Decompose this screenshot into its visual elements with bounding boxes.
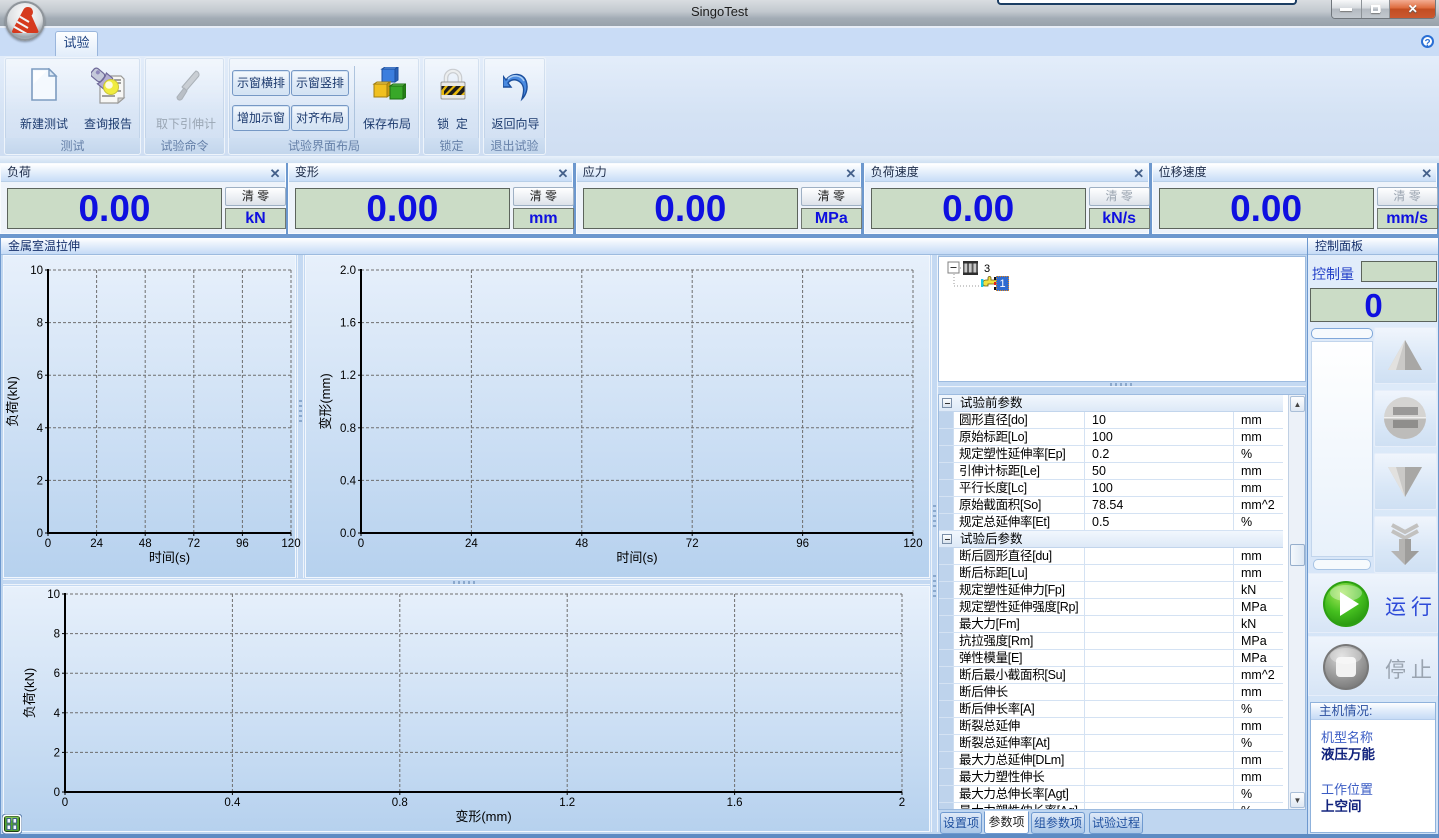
svg-text:24: 24 xyxy=(90,538,103,550)
svg-text:2: 2 xyxy=(37,475,43,487)
svg-text:1.2: 1.2 xyxy=(559,797,575,809)
svg-text:10: 10 xyxy=(47,589,60,601)
svg-text:负荷(kN): 负荷(kN) xyxy=(22,668,37,719)
svg-text:0.8: 0.8 xyxy=(340,423,356,435)
svg-text:0.4: 0.4 xyxy=(224,797,241,809)
svg-text:0: 0 xyxy=(45,538,51,550)
svg-text:120: 120 xyxy=(903,538,922,550)
svg-text:0.0: 0.0 xyxy=(340,528,356,540)
svg-text:10: 10 xyxy=(30,265,43,277)
svg-text:120: 120 xyxy=(281,538,300,550)
svg-text:0: 0 xyxy=(54,787,60,799)
svg-text:48: 48 xyxy=(575,538,588,550)
svg-text:1.6: 1.6 xyxy=(340,318,356,330)
svg-text:时间(s): 时间(s) xyxy=(616,550,657,565)
svg-text:0: 0 xyxy=(358,538,364,550)
svg-text:4: 4 xyxy=(37,423,44,435)
svg-text:负荷(kN): 负荷(kN) xyxy=(5,376,20,427)
svg-text:0.8: 0.8 xyxy=(392,797,408,809)
svg-text:2: 2 xyxy=(899,797,905,809)
svg-text:8: 8 xyxy=(54,629,60,641)
svg-text:1.6: 1.6 xyxy=(727,797,743,809)
svg-text:3: 3 xyxy=(984,263,990,275)
svg-text:时间(s): 时间(s) xyxy=(149,550,190,565)
svg-text:72: 72 xyxy=(187,538,200,550)
svg-text:2.0: 2.0 xyxy=(340,265,356,277)
svg-text:96: 96 xyxy=(796,538,809,550)
svg-text:6: 6 xyxy=(37,370,43,382)
svg-text:0: 0 xyxy=(37,528,43,540)
svg-text:4: 4 xyxy=(54,708,61,720)
svg-text:变形(mm): 变形(mm) xyxy=(318,373,333,429)
svg-text:48: 48 xyxy=(139,538,152,550)
svg-text:6: 6 xyxy=(54,668,60,680)
svg-text:72: 72 xyxy=(686,538,699,550)
svg-text:96: 96 xyxy=(236,538,249,550)
svg-text:1.2: 1.2 xyxy=(340,370,356,382)
svg-text:2: 2 xyxy=(54,747,60,759)
svg-text:24: 24 xyxy=(465,538,478,550)
svg-text:0.4: 0.4 xyxy=(340,475,357,487)
svg-text:变形(mm): 变形(mm) xyxy=(455,809,511,824)
svg-text:0: 0 xyxy=(62,797,68,809)
svg-text:8: 8 xyxy=(37,318,43,330)
